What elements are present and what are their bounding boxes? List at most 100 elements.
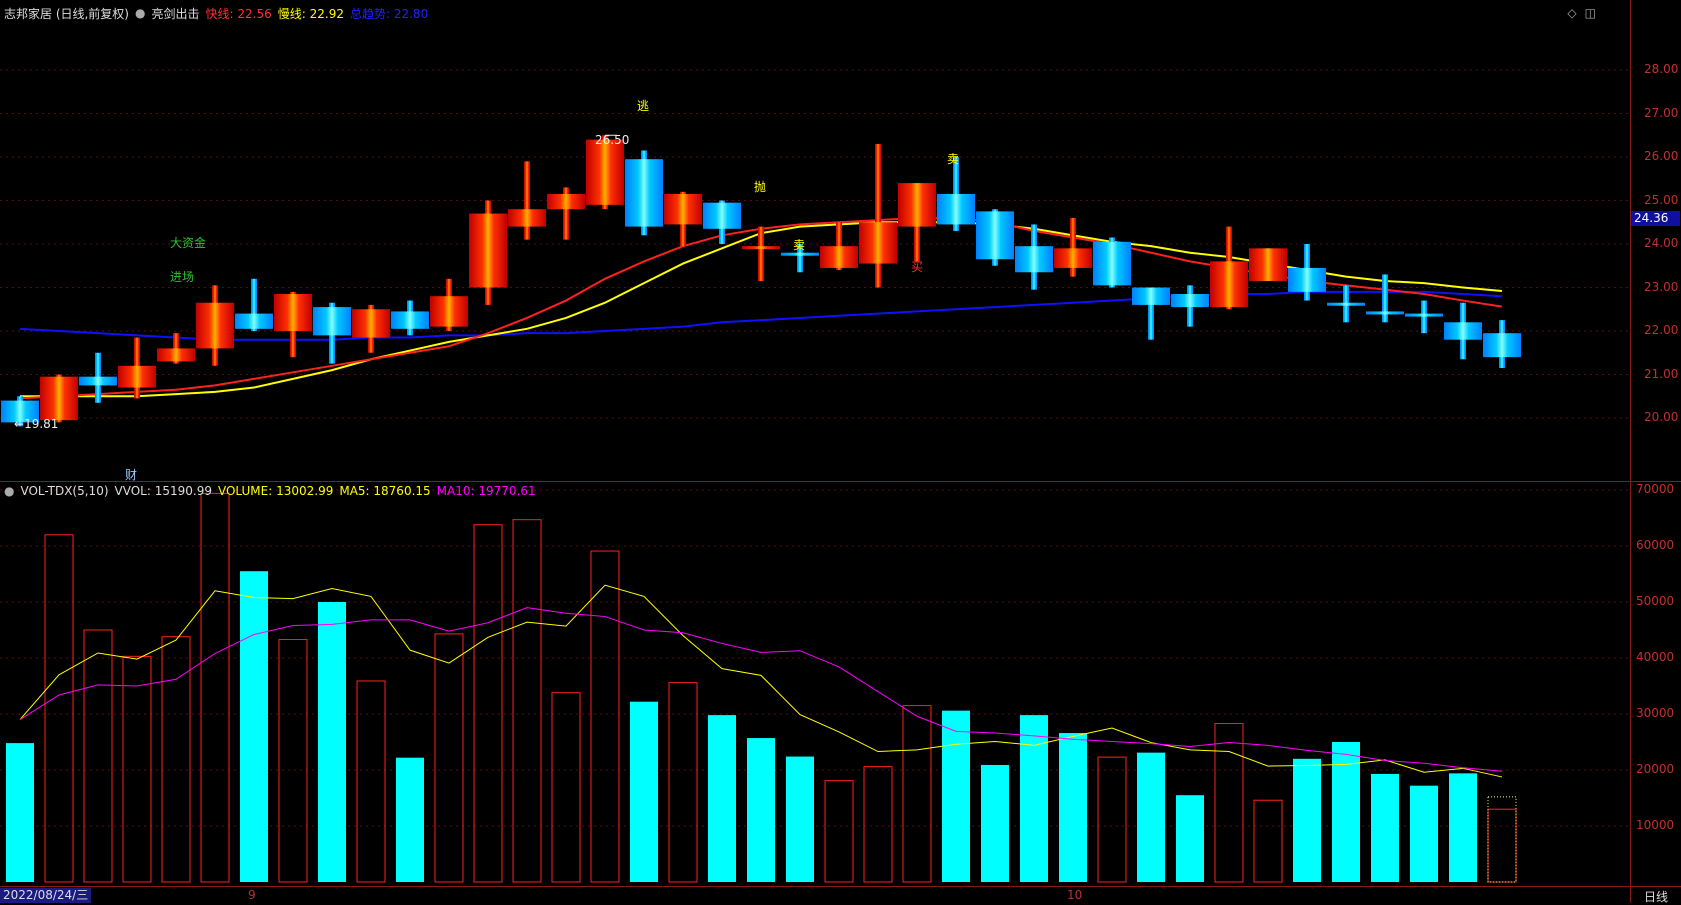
volume-bar-up <box>278 639 308 883</box>
volume-bar-down <box>708 715 736 882</box>
candle <box>40 374 78 423</box>
period-button[interactable]: 日线 <box>1644 888 1668 905</box>
candle-body <box>1366 311 1404 315</box>
candle-body <box>1093 241 1131 286</box>
candle-body <box>742 246 780 250</box>
bottom-border <box>0 886 1681 887</box>
candle <box>1093 237 1131 288</box>
candle <box>742 226 780 281</box>
volume-tick-label: 30000 <box>1636 706 1675 720</box>
candle-body <box>625 159 663 227</box>
candle <box>1405 300 1443 334</box>
sell-signal-2: 卖 <box>947 152 960 166</box>
candle-body <box>469 213 507 288</box>
volume-indicator-name[interactable]: VOL-TDX(5,10) <box>20 484 108 498</box>
indicator-name[interactable]: 亮剑出击 <box>151 5 199 22</box>
panel-toggle-icon[interactable]: ◫ <box>1585 6 1596 20</box>
price-tick-label: 24.00 <box>1644 236 1679 250</box>
price-tick-label: 25.00 <box>1644 192 1679 207</box>
finance-marker[interactable]: 财 <box>125 466 137 483</box>
enter-signal: 进场 <box>170 270 195 284</box>
candle <box>859 143 897 288</box>
price-tick-label: 23.00 <box>1644 279 1679 294</box>
volume-bar-down <box>396 757 424 882</box>
candle <box>391 300 429 336</box>
candle-body <box>781 252 819 256</box>
candle <box>664 191 702 247</box>
volume-bar-up <box>83 629 113 883</box>
candle-body <box>313 307 351 336</box>
buy-signal: 买 <box>911 260 924 274</box>
candle <box>1444 302 1482 360</box>
candle-body <box>157 348 195 362</box>
candle <box>1210 226 1248 310</box>
volume-bar-down <box>747 738 775 882</box>
candle-body <box>1444 322 1482 340</box>
volume-bar-down <box>1371 773 1399 882</box>
indicator-icon[interactable]: ● <box>135 6 145 20</box>
candle-body <box>898 183 936 227</box>
volume-bar-down <box>1293 758 1321 882</box>
volume-bar-down <box>1449 773 1477 882</box>
candle-body <box>703 202 741 229</box>
volume-bar-down <box>240 571 268 882</box>
diamond-icon[interactable]: ◇ <box>1567 6 1576 20</box>
candle-wick <box>1382 274 1388 323</box>
candle-body <box>820 246 858 268</box>
candle-wick <box>758 226 764 281</box>
volume-value: VOLUME: 13002.99 <box>217 484 334 498</box>
candle-wick <box>875 143 881 288</box>
volume-tick-label: 60000 <box>1636 538 1675 552</box>
volume-bar-down <box>1059 733 1087 882</box>
escape-signal: 逃 <box>637 99 650 113</box>
candle <box>430 278 468 331</box>
candle-wick <box>524 161 530 240</box>
stock-title[interactable]: 志邦家居 (日线,前复权) <box>4 5 129 22</box>
price-tick-label: 26.00 <box>1644 149 1679 163</box>
chart-canvas[interactable] <box>0 0 1681 903</box>
candle-body <box>1015 246 1053 273</box>
candle <box>1132 287 1170 340</box>
candle <box>703 200 741 244</box>
candle-body <box>586 139 624 205</box>
candle-body <box>664 193 702 225</box>
candle-body <box>1327 302 1365 306</box>
candle <box>976 209 1014 266</box>
price-tick-label: 20.00 <box>1644 410 1679 424</box>
candle <box>1015 224 1053 290</box>
ma5-value: MA5: 18760.15 <box>339 484 431 498</box>
volume-bar-up <box>44 534 74 883</box>
candle-body <box>1054 248 1092 268</box>
throw-signal: 抛 <box>754 180 767 194</box>
price-axis-border <box>1630 0 1631 903</box>
stock-chart[interactable]: 志邦家居 (日线,前复权) ● 亮剑出击 快线: 22.56 慢线: 22.92… <box>0 0 1681 905</box>
volume-bar-up <box>356 680 386 883</box>
candle <box>352 304 390 353</box>
candle <box>937 157 975 231</box>
candle <box>820 222 858 271</box>
price-tick-label: 27.00 <box>1644 105 1679 120</box>
volume-indicator-icon[interactable]: ● <box>4 484 14 498</box>
candle-body <box>1132 287 1170 305</box>
volume-bar-down <box>942 710 970 882</box>
volume-bar-up <box>434 633 464 883</box>
candle <box>1483 320 1521 368</box>
candle-body <box>976 211 1014 260</box>
candle-body <box>1405 313 1443 317</box>
volume-bar-down <box>630 701 658 882</box>
trend-line-label: 总趋势: 22.80 <box>349 6 429 21</box>
volume-tick-label: 70000 <box>1636 482 1675 496</box>
date-label: 2022/08/24/三 <box>0 888 92 903</box>
candle-body <box>1249 248 1287 281</box>
big-fund-signal: 大资金 <box>170 236 207 250</box>
candle-body <box>1483 333 1521 358</box>
current-price-tag: 24.36 <box>1631 211 1680 226</box>
candle-body <box>430 296 468 327</box>
candle <box>898 183 936 262</box>
month-10-label: 10 <box>1067 888 1083 902</box>
candle-body <box>937 193 975 225</box>
candle-body <box>118 365 156 388</box>
volume-bar-up <box>824 780 854 883</box>
candle-body <box>274 294 312 331</box>
volume-bar-down <box>1410 785 1438 882</box>
